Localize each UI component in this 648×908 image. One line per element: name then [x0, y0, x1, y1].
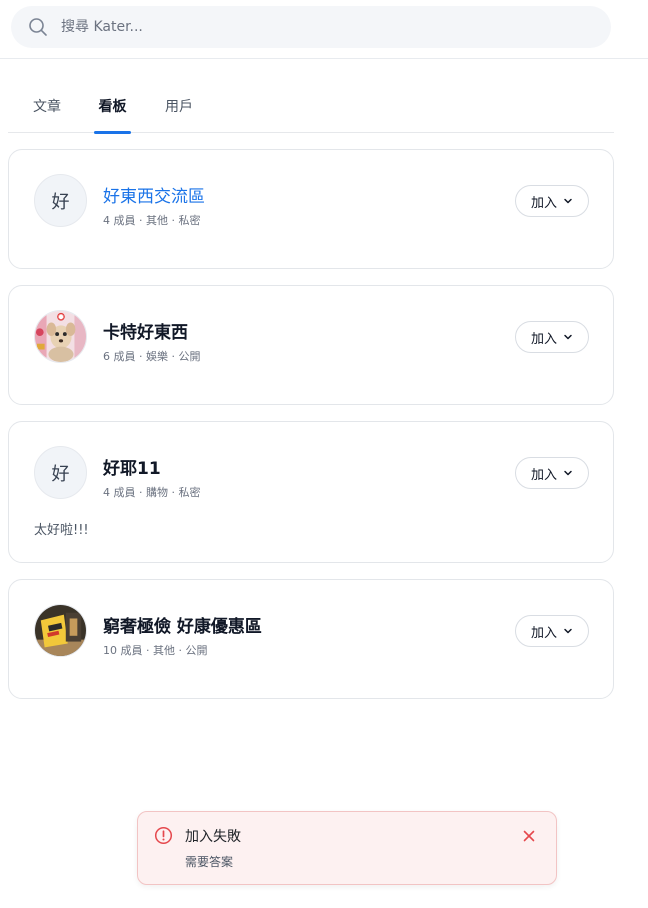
board-name[interactable]: 卡特好東西: [103, 318, 188, 343]
alert-circle-icon: [154, 826, 173, 845]
error-toast: 加入失敗 需要答案: [137, 811, 557, 885]
chevron-down-icon: [563, 468, 573, 478]
board-meta: 4 成員 · 購物 · 私密: [103, 486, 201, 499]
join-button[interactable]: 加入: [515, 615, 589, 647]
top-bar: [0, 0, 648, 59]
board-card[interactable]: 好 好耶11 4 成員 · 購物 · 私密 太好啦!!! 加入: [8, 421, 614, 563]
chevron-down-icon: [563, 626, 573, 636]
join-button[interactable]: 加入: [515, 321, 589, 353]
tab-bar: 文章 看板 用戶: [8, 78, 614, 134]
board-card[interactable]: 窮奢極儉 好康優惠區 10 成員 · 其他 · 公開 加入: [8, 579, 614, 699]
chevron-down-icon: [563, 196, 573, 206]
board-meta: 10 成員 · 其他 · 公開: [103, 644, 208, 657]
join-button-label: 加入: [530, 195, 557, 211]
board-avatar: 好: [34, 174, 87, 227]
search-input[interactable]: [61, 15, 581, 39]
board-description: 太好啦!!!: [34, 523, 89, 538]
toast-message: 需要答案: [185, 855, 234, 869]
board-name[interactable]: 好東西交流區: [103, 182, 205, 207]
board-meta: 4 成員 · 其他 · 私密: [103, 214, 201, 227]
board-avatar: 好: [34, 446, 87, 499]
board-avatar-image: [34, 604, 87, 657]
board-card[interactable]: 好 好東西交流區 4 成員 · 其他 · 私密 加入: [8, 149, 614, 269]
board-card[interactable]: 卡特好東西 6 成員 · 娛樂 · 公開 加入: [8, 285, 614, 405]
board-name[interactable]: 好耶11: [103, 454, 161, 479]
toast-title: 加入失敗: [185, 829, 241, 845]
tab-boards[interactable]: 看板: [94, 78, 131, 134]
board-name[interactable]: 窮奢極儉 好康優惠區: [103, 612, 262, 637]
tab-users[interactable]: 用戶: [164, 78, 194, 133]
search-bar[interactable]: [11, 6, 611, 48]
board-avatar-image: [34, 310, 87, 363]
tab-posts[interactable]: 文章: [32, 78, 62, 133]
join-button-label: 加入: [530, 625, 557, 641]
board-meta: 6 成員 · 娛樂 · 公開: [103, 350, 201, 363]
chevron-down-icon: [563, 332, 573, 342]
join-button[interactable]: 加入: [515, 457, 589, 489]
join-button[interactable]: 加入: [515, 185, 589, 217]
join-button-label: 加入: [530, 467, 557, 483]
close-icon[interactable]: [522, 829, 536, 843]
join-button-label: 加入: [530, 331, 557, 347]
search-icon: [28, 17, 48, 37]
